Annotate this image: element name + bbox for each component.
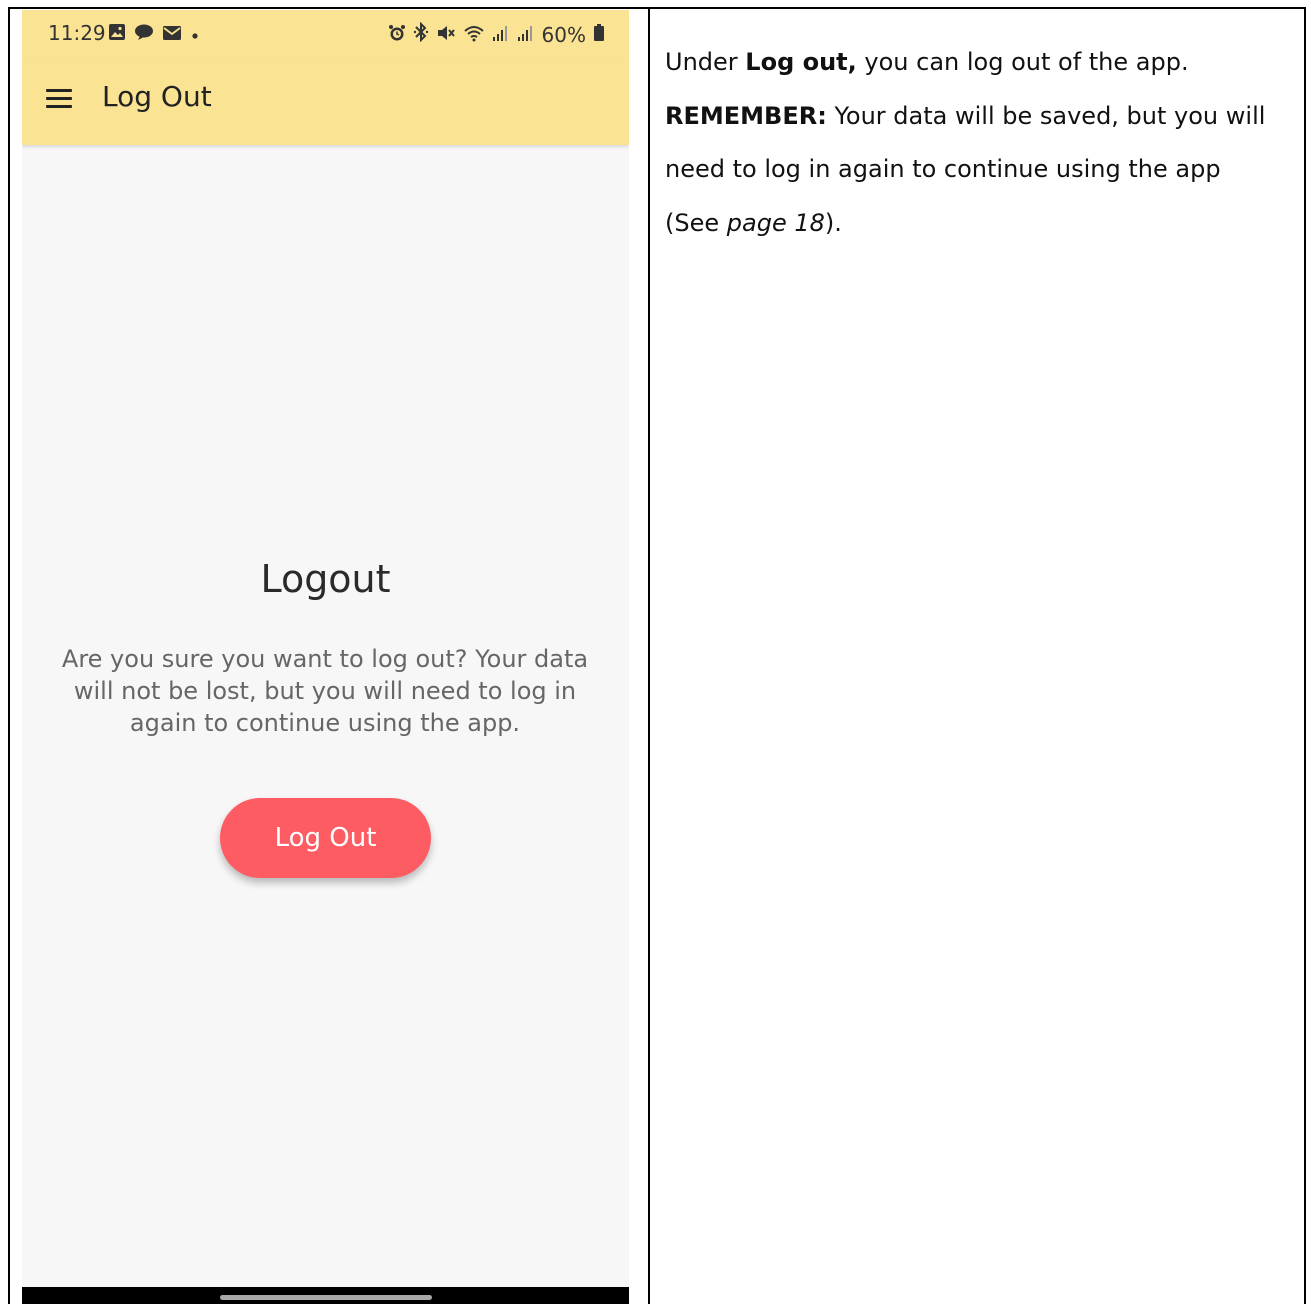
document-page: 11:29 60% Log Out Logout Are you sure yo… — [0, 0, 1311, 1304]
signal-icon — [517, 23, 535, 47]
wifi-icon — [463, 23, 485, 47]
bluetooth-icon — [413, 21, 429, 47]
chat-bubble-icon — [134, 23, 154, 47]
home-indicator[interactable] — [220, 1295, 432, 1300]
remember-label: REMEMBER: — [665, 101, 827, 130]
status-bar: 11:29 60% — [22, 10, 629, 60]
log-out-button[interactable]: Log Out — [220, 798, 431, 878]
alarm-icon — [388, 23, 406, 47]
hamburger-menu-icon[interactable] — [46, 89, 72, 109]
instruction-line-1: Under Log out, you can log out of the ap… — [665, 48, 1189, 76]
gallery-icon — [108, 23, 126, 47]
app-bar-title: Log Out — [102, 80, 212, 113]
mail-icon — [162, 23, 182, 47]
logout-heading: Logout — [260, 557, 391, 601]
page-reference: (See page 18). — [665, 208, 842, 237]
phone-screenshot: 11:29 60% Log Out Logout Are you sure yo… — [22, 10, 629, 1304]
notification-icons — [108, 23, 200, 47]
battery-icon — [593, 23, 605, 47]
logout-message: Are you sure you want to log out? Your d… — [61, 645, 589, 737]
app-bar: Log Out — [22, 60, 629, 145]
navigation-bar — [22, 1287, 629, 1304]
battery-percentage: 60% — [541, 22, 586, 47]
system-status-icons: 60% — [388, 21, 605, 47]
table-column-divider — [648, 7, 650, 1304]
status-time: 11:29 — [48, 21, 106, 45]
remember-note: REMEMBER: Your data will be saved, but y… — [665, 101, 1266, 184]
instruction-text: Under Log out, you can log out of the ap… — [665, 36, 1290, 250]
mute-icon — [436, 23, 456, 47]
signal-icon — [492, 23, 510, 47]
dot-icon — [190, 23, 200, 47]
